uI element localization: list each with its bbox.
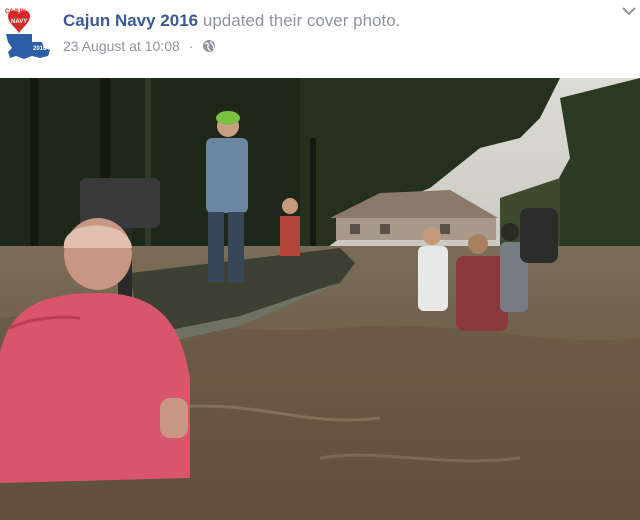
cover-photo[interactable] [0, 78, 640, 520]
page-name-link[interactable]: Cajun Navy 2016 [63, 11, 198, 30]
page-avatar[interactable]: CAJUN NAVY 2016 [2, 4, 52, 62]
flood-rescue-photo [0, 78, 640, 520]
globe-icon[interactable] [202, 39, 216, 57]
logo-text-mid: NAVY [11, 19, 27, 25]
post-meta: 23 August at 10:08 · [63, 37, 216, 57]
logo-text-year: 2016 [33, 46, 47, 52]
meta-separator: · [188, 38, 194, 54]
post-timestamp[interactable]: 23 August at 10:08 [63, 38, 180, 54]
post-header: CAJUN NAVY 2016 Cajun Navy 2016 updated … [0, 0, 640, 78]
post-action-text: updated their cover photo. [202, 11, 401, 30]
chevron-down-icon[interactable] [620, 4, 638, 18]
logo-text-top: CAJUN [5, 9, 26, 15]
post-headline: Cajun Navy 2016 updated their cover phot… [63, 10, 400, 32]
cajun-navy-logo: CAJUN NAVY 2016 [2, 4, 52, 62]
